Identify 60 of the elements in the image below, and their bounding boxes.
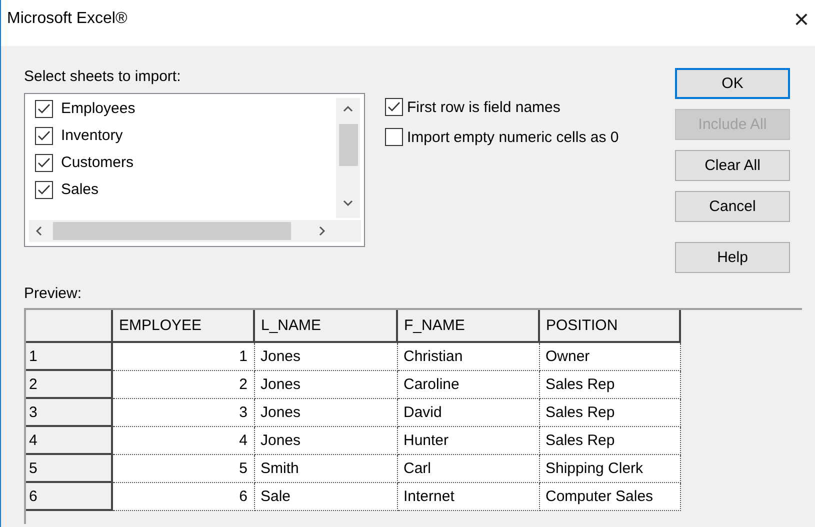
table-cell: David bbox=[397, 398, 539, 426]
table-cell: Computer Sales bbox=[539, 482, 680, 510]
table-cell: Sales Rep bbox=[539, 426, 680, 454]
chevron-up-icon[interactable] bbox=[343, 106, 353, 112]
column-header[interactable]: POSITION bbox=[539, 310, 680, 342]
row-number: 3 bbox=[26, 398, 112, 426]
column-header[interactable]: F_NAME bbox=[397, 310, 539, 342]
column-header[interactable]: L_NAME bbox=[254, 310, 397, 342]
table-cell: Smith bbox=[254, 454, 397, 482]
table-cell: Jones bbox=[254, 426, 397, 454]
close-icon[interactable]: × bbox=[794, 6, 809, 32]
table-cell: Jones bbox=[254, 398, 397, 426]
table-cell: Jones bbox=[254, 370, 397, 398]
window-title: Microsoft Excel® bbox=[7, 10, 128, 28]
chevron-left-icon[interactable] bbox=[36, 226, 42, 236]
table-cell: Sales Rep bbox=[539, 370, 680, 398]
chevron-right-icon[interactable] bbox=[319, 226, 325, 236]
sheets-label: Select sheets to import: bbox=[24, 68, 181, 85]
row-number: 2 bbox=[26, 370, 112, 398]
table-cell: 3 bbox=[112, 398, 254, 426]
checkbox[interactable] bbox=[35, 100, 53, 118]
preview-label: Preview: bbox=[24, 285, 82, 302]
row-number: 5 bbox=[26, 454, 112, 482]
table-cell: Jones bbox=[254, 342, 397, 370]
dialog-button[interactable]: Cancel bbox=[675, 191, 790, 222]
sheet-name: Inventory bbox=[61, 127, 123, 144]
table-cell: Sales Rep bbox=[539, 398, 680, 426]
table-cell: Shipping Clerk bbox=[539, 454, 680, 482]
table-cell: Christian bbox=[397, 342, 539, 370]
option-label: First row is field names bbox=[407, 98, 560, 116]
table-cell: Carl bbox=[397, 454, 539, 482]
sheet-name: Customers bbox=[61, 154, 134, 171]
table-cell: 6 bbox=[112, 482, 254, 510]
checkbox[interactable] bbox=[35, 126, 53, 144]
table-cell: 5 bbox=[112, 454, 254, 482]
table-cell: Hunter bbox=[397, 426, 539, 454]
table-cell: 4 bbox=[112, 426, 254, 454]
checkbox[interactable] bbox=[35, 154, 53, 172]
table-cell: Owner bbox=[539, 342, 680, 370]
row-number: 1 bbox=[26, 342, 112, 370]
row-number: 6 bbox=[26, 482, 112, 510]
dialog-button[interactable]: Clear All bbox=[675, 150, 790, 181]
dialog-button[interactable]: Help bbox=[675, 242, 790, 273]
row-number: 4 bbox=[26, 426, 112, 454]
dialog-button[interactable]: OK bbox=[675, 68, 790, 99]
column-header[interactable]: EMPLOYEE bbox=[112, 310, 254, 342]
chevron-down-icon[interactable] bbox=[343, 200, 353, 206]
table-cell: Internet bbox=[397, 482, 539, 510]
vertical-scrollbar[interactable] bbox=[336, 98, 360, 218]
table-cell: 2 bbox=[112, 370, 254, 398]
sheet-name: Sales bbox=[61, 181, 99, 198]
checkbox[interactable] bbox=[35, 180, 53, 198]
horizontal-scrollbar[interactable] bbox=[29, 220, 361, 242]
checkbox[interactable] bbox=[385, 128, 403, 146]
sheet-name: Employees bbox=[61, 100, 136, 117]
option-label: Import empty numeric cells as 0 bbox=[407, 128, 619, 146]
table-cell: 1 bbox=[112, 342, 254, 370]
table-cell: Caroline bbox=[397, 370, 539, 398]
checkbox[interactable] bbox=[385, 98, 403, 116]
table-cell: Sale bbox=[254, 482, 397, 510]
